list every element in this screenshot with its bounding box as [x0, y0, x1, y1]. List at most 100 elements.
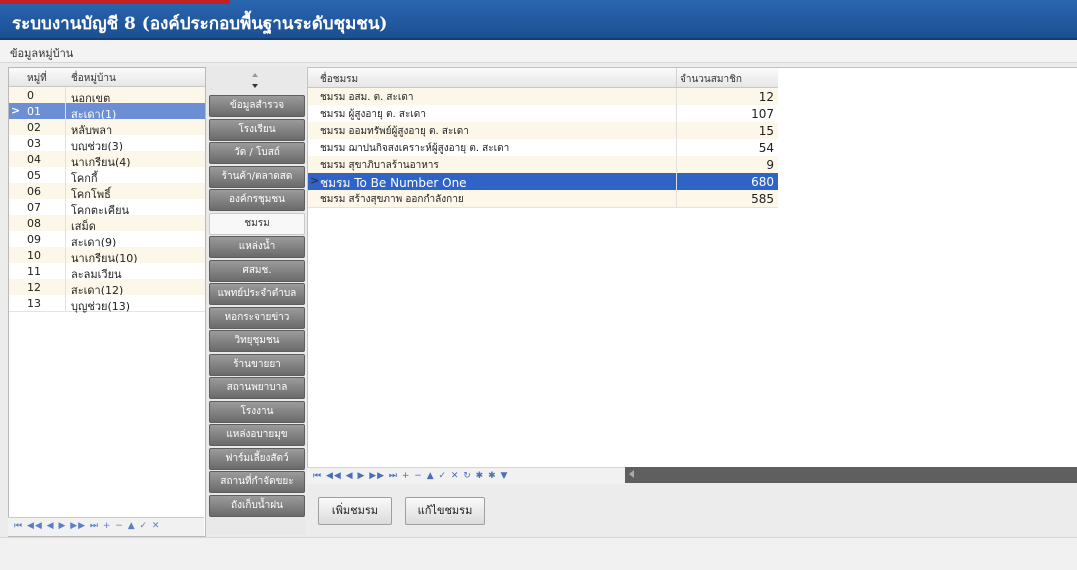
- col-header-member-count[interactable]: จำนวนสมาชิก: [680, 72, 742, 87]
- col-header-club-name[interactable]: ชื่อชมรม: [320, 72, 358, 87]
- village-no: 13: [27, 297, 41, 310]
- club-name: ชมรม ออมทรัพย์ผู้สูงอายุ ต. สะเดา: [320, 126, 469, 137]
- row-pointer-icon: >: [310, 174, 320, 187]
- category-button[interactable]: โรงเรียน: [209, 118, 305, 141]
- club-name: ชมรม ฌาปนกิจสงเคราะห์ผู้สูงอายุ ต. สะเดา: [320, 143, 510, 154]
- column-divider: [65, 295, 66, 311]
- village-no: 10: [27, 249, 41, 262]
- village-no: 12: [27, 281, 41, 294]
- column-divider: [676, 105, 677, 122]
- scroll-left-icon[interactable]: [629, 470, 634, 478]
- category-button[interactable]: สถานที่กำจัดขยะ: [209, 471, 305, 493]
- category-button[interactable]: วัด / โบสถ์: [209, 142, 305, 164]
- column-divider: [65, 263, 66, 279]
- category-button[interactable]: ฟาร์มเลี้ยงสัตว์: [209, 447, 305, 470]
- category-button[interactable]: แพทย์ประจำตำบล: [209, 283, 305, 305]
- village-grid-header: หมู่ที่ ชื่อหมู่บ้าน: [9, 68, 205, 87]
- club-name: ชมรม สุขาภิบาลร้านอาหาร: [320, 160, 439, 171]
- category-button[interactable]: ข้อมูลสำรวจ: [209, 95, 305, 117]
- column-divider: [676, 173, 677, 190]
- club-grid[interactable]: ชื่อชมรม จำนวนสมาชิก ชมรม อสม. ต. สะเดา 1…: [307, 67, 1077, 469]
- category-button[interactable]: องค์กรชุมชน: [209, 189, 305, 211]
- category-button[interactable]: ชมรม: [209, 212, 305, 235]
- village-no: 03: [27, 137, 41, 150]
- category-button[interactable]: ศสมช.: [209, 259, 305, 282]
- column-divider: [65, 199, 66, 215]
- category-button[interactable]: สถานพยาบาล: [209, 377, 305, 399]
- category-button[interactable]: ร้านขายยา: [209, 353, 305, 376]
- village-row[interactable]: 09 สะเดา(9): [9, 231, 205, 249]
- village-no: 01: [27, 105, 41, 118]
- column-divider: [65, 183, 66, 199]
- club-row[interactable]: > ชมรม To Be Number One 680: [308, 173, 778, 191]
- app-title: ระบบงานบัญชี 8 (องค์ประกอบพื้นฐานระดับชุ…: [12, 14, 388, 34]
- category-button[interactable]: หอกระจายข่าว: [209, 306, 305, 329]
- village-row[interactable]: 07 โคกตะเคียน: [9, 199, 205, 217]
- village-row[interactable]: 03 บุญช่วย(3): [9, 135, 205, 153]
- village-no: 04: [27, 153, 41, 166]
- village-row[interactable]: 13 บุญช่วย(13): [9, 295, 205, 313]
- village-row[interactable]: >01 สะเดา(1): [9, 103, 205, 121]
- village-no: 06: [27, 185, 41, 198]
- village-nav-buttons[interactable]: ⏮ ◀◀ ◀ ▶ ▶▶ ⏭ + − ▲ ✓ ✕: [14, 521, 160, 531]
- member-count: 9: [766, 158, 774, 172]
- club-row[interactable]: ชมรม ออมทรัพย์ผู้สูงอายุ ต. สะเดา 15: [308, 122, 778, 140]
- column-divider: [676, 88, 677, 105]
- column-divider: [65, 167, 66, 183]
- add-club-button[interactable]: เพิ่มชมรม: [318, 497, 392, 525]
- club-row[interactable]: ชมรม สุขาภิบาลร้านอาหาร 9: [308, 156, 778, 174]
- club-row[interactable]: ชมรม ฌาปนกิจสงเคราะห์ผู้สูงอายุ ต. สะเดา…: [308, 139, 778, 157]
- village-row[interactable]: 11 ละลมเวียน: [9, 263, 205, 281]
- village-navigator[interactable]: ⏮ ◀◀ ◀ ▶ ▶▶ ⏭ + − ▲ ✓ ✕: [8, 517, 204, 536]
- category-button[interactable]: วิทยุชุมชน: [209, 330, 305, 352]
- club-grid-header: ชื่อชมรม จำนวนสมาชิก: [308, 68, 778, 88]
- col-header-village-no[interactable]: หมู่ที่: [27, 71, 47, 86]
- village-row[interactable]: 05 โคกกี้: [9, 167, 205, 185]
- category-button[interactable]: ถังเก็บน้ำฝน: [209, 494, 305, 517]
- club-row[interactable]: ชมรม อสม. ต. สะเดา 12: [308, 88, 778, 106]
- village-grid[interactable]: หมู่ที่ ชื่อหมู่บ้าน 0 นอกเขต >01 สะเดา(1) 0…: [8, 67, 206, 537]
- column-divider: [65, 119, 66, 135]
- column-divider: [676, 68, 677, 87]
- member-count: 585: [751, 192, 774, 206]
- menu-bar: ข้อมูลหมู่บ้าน: [0, 40, 1077, 63]
- village-row[interactable]: 04 นาเกรียน(4): [9, 151, 205, 169]
- col-header-village-name[interactable]: ชื่อหมู่บ้าน: [71, 71, 116, 86]
- village-row[interactable]: 02 หลับพลา: [9, 119, 205, 137]
- category-button[interactable]: โรงงาน: [209, 400, 305, 423]
- club-navigator[interactable]: ⏮ ◀◀ ◀ ▶ ▶▶ ⏭ + − ▲ ✓ ✕ ↻ ✱ ✱ ▼: [307, 467, 625, 484]
- village-row[interactable]: 0 นอกเขต: [9, 87, 205, 105]
- village-no: 07: [27, 201, 41, 214]
- village-row[interactable]: 10 นาเกรียน(10): [9, 247, 205, 265]
- category-scroll[interactable]: [206, 67, 305, 93]
- column-divider: [676, 190, 677, 207]
- category-button[interactable]: แหล่งอบายมุข: [209, 424, 305, 446]
- title-bar: ระบบงานบัญชี 8 (องค์ประกอบพื้นฐานระดับชุ…: [0, 0, 1077, 40]
- village-no: 02: [27, 121, 41, 134]
- club-nav-buttons[interactable]: ⏮ ◀◀ ◀ ▶ ▶▶ ⏭ + − ▲ ✓ ✕ ↻ ✱ ✱ ▼: [313, 471, 508, 481]
- status-bar: [0, 537, 1077, 570]
- village-no: 0: [27, 89, 34, 102]
- club-row[interactable]: ชมรม สร้างสุขภาพ ออกกำลังกาย 585: [308, 190, 778, 208]
- category-button[interactable]: แหล่งน้ำ: [209, 236, 305, 258]
- column-divider: [65, 247, 66, 263]
- menu-village-data[interactable]: ข้อมูลหมู่บ้าน: [10, 44, 73, 62]
- village-row[interactable]: 08 เสม็ด: [9, 215, 205, 233]
- column-divider: [65, 87, 66, 103]
- member-count: 107: [751, 107, 774, 121]
- scroll-up-icon[interactable]: [252, 73, 258, 77]
- scroll-down-icon[interactable]: [252, 84, 258, 88]
- horizontal-scrollbar[interactable]: [625, 467, 1077, 483]
- edit-club-button[interactable]: แก้ไขชมรม: [405, 497, 485, 525]
- member-count: 54: [758, 141, 774, 155]
- column-divider: [676, 122, 677, 139]
- village-row[interactable]: 06 โคกโพธิ์: [9, 183, 205, 201]
- member-count: 15: [758, 124, 774, 138]
- club-row[interactable]: ชมรม ผู้สูงอายุ ต. สะเดา 107: [308, 105, 778, 123]
- village-name: บุญช่วย(13): [71, 300, 131, 313]
- column-divider: [676, 139, 677, 156]
- village-row[interactable]: 12 สะเดา(12): [9, 279, 205, 297]
- column-divider: [65, 231, 66, 247]
- category-button[interactable]: ร้านค้า/ตลาดสด: [209, 165, 305, 188]
- village-no: 05: [27, 169, 41, 182]
